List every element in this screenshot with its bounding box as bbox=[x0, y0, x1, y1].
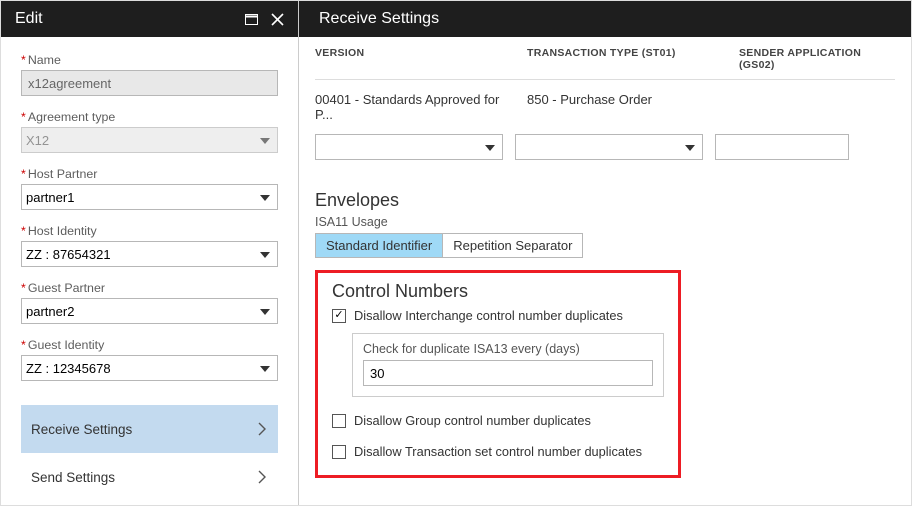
schema-table-edit-row bbox=[315, 128, 895, 170]
col-txn-type: TRANSACTION TYPE (ST01) bbox=[527, 47, 727, 71]
left-panel: Edit *Name *Agreement type X12 *Host Par… bbox=[1, 1, 299, 505]
sender-app-input[interactable] bbox=[715, 134, 849, 160]
guest-identity-select[interactable]: ZZ : 12345678 bbox=[21, 355, 278, 381]
chevron-right-icon bbox=[258, 470, 266, 484]
disallow-interchange-checkbox[interactable] bbox=[332, 309, 346, 323]
control-numbers-highlight: Control Numbers Disallow Interchange con… bbox=[315, 270, 681, 478]
app-root: Edit *Name *Agreement type X12 *Host Par… bbox=[0, 0, 912, 506]
right-panel-body: VERSION TRANSACTION TYPE (ST01) SENDER A… bbox=[299, 37, 911, 478]
guest-partner-label: *Guest Partner bbox=[21, 281, 278, 295]
divider bbox=[315, 79, 895, 80]
check-dup-days-input[interactable] bbox=[363, 360, 653, 386]
settings-nav: Receive Settings Send Settings bbox=[21, 405, 278, 501]
version-select[interactable] bbox=[315, 134, 503, 160]
envelopes-section: Envelopes ISA11 Usage Standard Identifie… bbox=[315, 190, 895, 258]
nav-item-label: Receive Settings bbox=[31, 422, 132, 437]
schema-table-header: VERSION TRANSACTION TYPE (ST01) SENDER A… bbox=[315, 37, 895, 79]
seg-standard-identifier[interactable]: Standard Identifier bbox=[316, 234, 442, 257]
name-input bbox=[21, 70, 278, 96]
host-identity-select[interactable]: ZZ : 87654321 bbox=[21, 241, 278, 267]
cell-version: 00401 - Standards Approved for P... bbox=[315, 92, 515, 122]
disallow-txn-checkbox[interactable] bbox=[332, 445, 346, 459]
left-panel-title: Edit bbox=[15, 10, 43, 28]
agreement-type-select: X12 bbox=[21, 127, 278, 153]
disallow-group-label: Disallow Group control number duplicates bbox=[354, 413, 591, 428]
right-panel-header: Receive Settings bbox=[299, 1, 911, 37]
envelopes-title: Envelopes bbox=[315, 190, 895, 211]
disallow-txn-row: Disallow Transaction set control number … bbox=[332, 444, 664, 459]
check-dup-label: Check for duplicate ISA13 every (days) bbox=[363, 342, 653, 356]
isa11-label: ISA11 Usage bbox=[315, 215, 895, 229]
left-panel-body: *Name *Agreement type X12 *Host Partner … bbox=[1, 37, 298, 395]
close-icon[interactable] bbox=[264, 6, 290, 32]
right-panel-title: Receive Settings bbox=[319, 10, 439, 28]
host-partner-select[interactable]: partner1 bbox=[21, 184, 278, 210]
host-partner-label: *Host Partner bbox=[21, 167, 278, 181]
seg-repetition-separator[interactable]: Repetition Separator bbox=[442, 234, 582, 257]
guest-identity-label: *Guest Identity bbox=[21, 338, 278, 352]
disallow-group-row: Disallow Group control number duplicates bbox=[332, 413, 664, 428]
nav-receive-settings[interactable]: Receive Settings bbox=[21, 405, 278, 453]
disallow-txn-label: Disallow Transaction set control number … bbox=[354, 444, 642, 459]
isa11-segmented: Standard Identifier Repetition Separator bbox=[315, 233, 583, 258]
control-numbers-title: Control Numbers bbox=[332, 281, 664, 302]
txn-type-select[interactable] bbox=[515, 134, 703, 160]
nav-item-label: Send Settings bbox=[31, 470, 115, 485]
nav-send-settings[interactable]: Send Settings bbox=[21, 453, 278, 501]
chevron-right-icon bbox=[258, 422, 266, 436]
disallow-interchange-row: Disallow Interchange control number dupl… bbox=[332, 308, 664, 323]
col-sender-app: SENDER APPLICATION (GS02) bbox=[739, 47, 879, 71]
schema-table-row: 00401 - Standards Approved for P... 850 … bbox=[315, 86, 895, 128]
left-panel-header: Edit bbox=[1, 1, 298, 37]
cell-txn-type: 850 - Purchase Order bbox=[527, 92, 727, 122]
maximize-icon[interactable] bbox=[238, 6, 264, 32]
guest-partner-select[interactable]: partner2 bbox=[21, 298, 278, 324]
disallow-interchange-label: Disallow Interchange control number dupl… bbox=[354, 308, 623, 323]
host-identity-label: *Host Identity bbox=[21, 224, 278, 238]
right-panel: Receive Settings VERSION TRANSACTION TYP… bbox=[299, 1, 911, 505]
cell-sender-app bbox=[739, 92, 879, 122]
agreement-type-label: *Agreement type bbox=[21, 110, 278, 124]
name-label: *Name bbox=[21, 53, 278, 67]
check-dup-block: Check for duplicate ISA13 every (days) bbox=[352, 333, 664, 397]
disallow-group-checkbox[interactable] bbox=[332, 414, 346, 428]
col-version: VERSION bbox=[315, 47, 515, 71]
